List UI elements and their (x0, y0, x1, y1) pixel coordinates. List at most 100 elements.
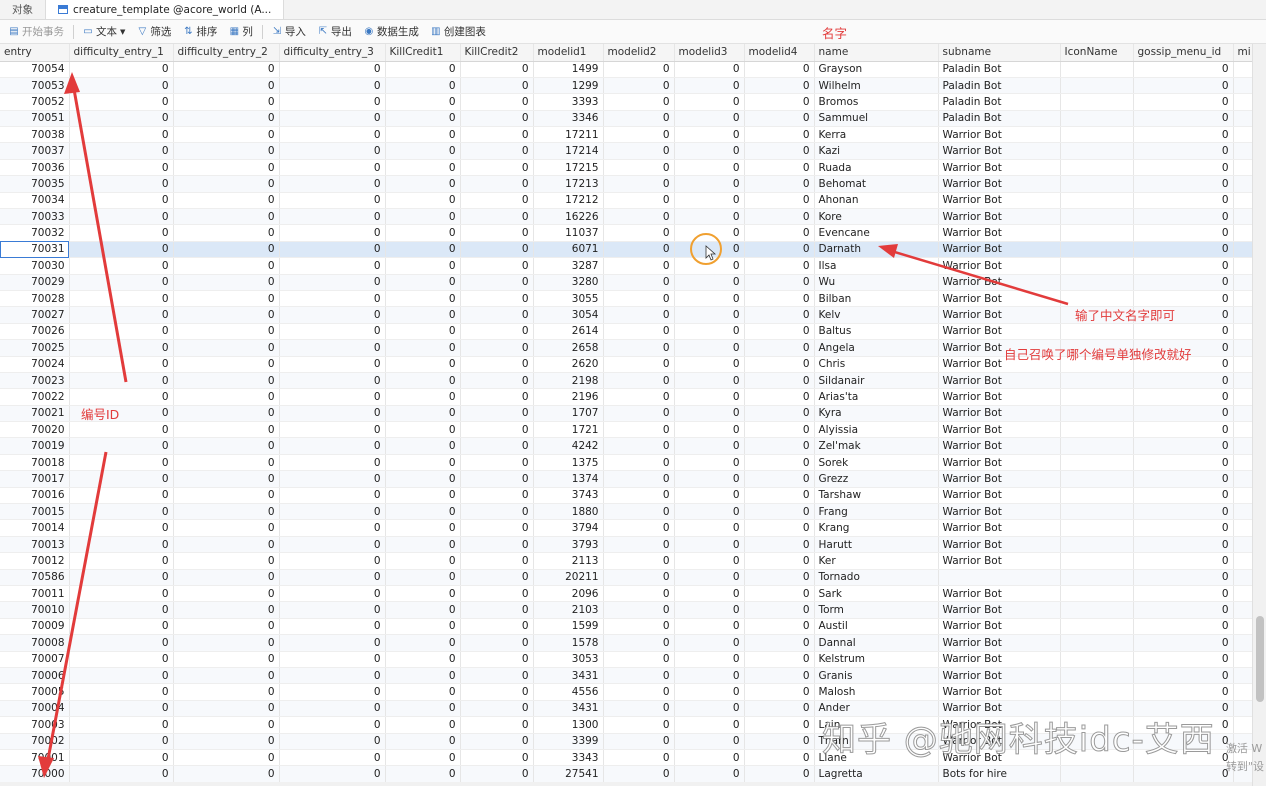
cell-modelid3[interactable]: 0 (674, 618, 745, 636)
cell-killcredit1[interactable]: 0 (385, 700, 461, 718)
cell-gossip-menu-id[interactable]: 0 (1133, 257, 1234, 275)
cell-entry[interactable]: 70038 (0, 126, 70, 144)
cell-modelid2[interactable]: 0 (603, 569, 675, 587)
cell-difficulty-entry-1[interactable]: 0 (69, 651, 174, 668)
cell-entry[interactable]: 70034 (0, 192, 70, 210)
cell-difficulty-entry-3[interactable]: 0 (279, 683, 386, 701)
cell-modelid1[interactable]: 1374 (533, 470, 604, 488)
cell-entry[interactable]: 70020 (0, 421, 70, 439)
cell-subname[interactable]: Warrior Bot (938, 372, 1061, 390)
cell-modelid3[interactable]: 0 (674, 175, 745, 193)
cell-killcredit2[interactable]: 0 (460, 503, 534, 521)
cell-name[interactable]: Austil (814, 618, 939, 636)
cell-name[interactable]: Baltus (814, 323, 939, 341)
table-row[interactable]: 70038 0 0 0 0 0 17211 0 0 0 Kerra Warrior Bot 0 (0, 126, 1252, 144)
cell-modelid1[interactable]: 3287 (533, 257, 604, 275)
cell-modelid4[interactable]: 0 (744, 93, 815, 111)
table-row[interactable]: 70023 0 0 0 0 0 2198 0 0 0 Sildanair Warrior Bot 0 (0, 372, 1252, 390)
cell-mi[interactable] (1233, 454, 1252, 472)
cell-subname[interactable]: Warrior Bot (938, 651, 1061, 668)
cell-name[interactable]: Krang (814, 519, 939, 537)
cell-iconname[interactable] (1060, 470, 1134, 488)
cell-name[interactable]: Sorek (814, 454, 939, 472)
cell-entry[interactable]: 70004 (0, 700, 70, 718)
cell-modelid3[interactable]: 0 (674, 733, 745, 750)
cell-killcredit2[interactable]: 0 (460, 388, 534, 406)
cell-modelid3[interactable]: 0 (674, 683, 745, 701)
cell-difficulty-entry-2[interactable]: 0 (173, 257, 280, 275)
cell-modelid3[interactable]: 0 (674, 487, 745, 505)
cell-modelid3[interactable]: 0 (674, 585, 745, 603)
cell-difficulty-entry-2[interactable]: 0 (173, 405, 280, 423)
cell-difficulty-entry-3[interactable]: 0 (279, 61, 386, 78)
cell-mi[interactable] (1233, 175, 1252, 193)
cell-entry[interactable]: 70029 (0, 274, 70, 291)
cell-modelid4[interactable]: 0 (744, 667, 815, 685)
cell-entry[interactable]: 70036 (0, 159, 70, 177)
cell-difficulty-entry-1[interactable]: 0 (69, 110, 174, 128)
cell-modelid4[interactable]: 0 (744, 470, 815, 488)
cell-killcredit2[interactable]: 0 (460, 405, 534, 423)
cell-difficulty-entry-3[interactable]: 0 (279, 339, 386, 357)
cell-modelid3[interactable]: 0 (674, 93, 745, 111)
cell-difficulty-entry-3[interactable]: 0 (279, 323, 386, 341)
cell-entry[interactable]: 70035 (0, 175, 70, 193)
cell-modelid4[interactable]: 0 (744, 339, 815, 357)
cell-gossip-menu-id[interactable]: 0 (1133, 569, 1234, 587)
table-row[interactable]: 70032 0 0 0 0 0 11037 0 0 0 Evencane Warrior Bot 0 (0, 224, 1252, 242)
cell-killcredit2[interactable]: 0 (460, 372, 534, 390)
cell-subname[interactable]: Warrior Bot (938, 470, 1061, 488)
cell-modelid2[interactable]: 0 (603, 765, 675, 783)
cell-difficulty-entry-1[interactable]: 0 (69, 306, 174, 324)
cell-difficulty-entry-3[interactable]: 0 (279, 175, 386, 193)
cell-entry[interactable]: 70007 (0, 651, 70, 668)
cell-difficulty-entry-3[interactable]: 0 (279, 159, 386, 177)
cell-mi[interactable] (1233, 323, 1252, 341)
cell-modelid1[interactable]: 17211 (533, 126, 604, 144)
cell-subname[interactable]: Warrior Bot (938, 618, 1061, 636)
tab-creature-template[interactable]: creature_template @acore_world (A... (45, 0, 285, 19)
column-header-modelid2[interactable]: modelid2 (603, 44, 675, 62)
cell-modelid1[interactable]: 2103 (533, 601, 604, 619)
cell-modelid1[interactable]: 17212 (533, 192, 604, 210)
cell-gossip-menu-id[interactable]: 0 (1133, 142, 1234, 160)
cell-difficulty-entry-2[interactable]: 0 (173, 519, 280, 537)
cell-difficulty-entry-1[interactable]: 0 (69, 224, 174, 242)
table-row[interactable]: 70014 0 0 0 0 0 3794 0 0 0 Krang Warrior Bot 0 (0, 519, 1252, 537)
cell-mi[interactable] (1233, 569, 1252, 587)
cell-modelid2[interactable]: 0 (603, 519, 675, 537)
cell-modelid2[interactable]: 0 (603, 601, 675, 619)
cell-killcredit2[interactable]: 0 (460, 61, 534, 78)
cell-mi[interactable] (1233, 536, 1252, 554)
table-row[interactable]: 70019 0 0 0 0 0 4242 0 0 0 Zel'mak Warrior Bot 0 (0, 437, 1252, 455)
cell-modelid3[interactable]: 0 (674, 552, 745, 570)
cell-gossip-menu-id[interactable]: 0 (1133, 175, 1234, 193)
cell-difficulty-entry-1[interactable]: 0 (69, 683, 174, 701)
cell-difficulty-entry-3[interactable]: 0 (279, 651, 386, 668)
cell-difficulty-entry-2[interactable]: 0 (173, 126, 280, 144)
cell-mi[interactable] (1233, 470, 1252, 488)
cell-name[interactable]: Tornado (814, 569, 939, 587)
cell-killcredit1[interactable]: 0 (385, 552, 461, 570)
cell-subname[interactable]: Warrior Bot (938, 437, 1061, 455)
cell-iconname[interactable] (1060, 388, 1134, 406)
cell-gossip-menu-id[interactable]: 0 (1133, 765, 1234, 783)
cell-name[interactable]: Darnath (814, 241, 939, 259)
cell-subname[interactable]: Warrior Bot (938, 159, 1061, 177)
cell-mi[interactable] (1233, 306, 1252, 324)
cell-killcredit1[interactable]: 0 (385, 683, 461, 701)
cell-iconname[interactable] (1060, 667, 1134, 685)
cell-subname[interactable]: Paladin Bot (938, 110, 1061, 128)
cell-difficulty-entry-3[interactable]: 0 (279, 241, 386, 259)
cell-mi[interactable] (1233, 372, 1252, 390)
cell-difficulty-entry-2[interactable]: 0 (173, 61, 280, 78)
cell-modelid2[interactable]: 0 (603, 372, 675, 390)
cell-subname[interactable]: Warrior Bot (938, 306, 1061, 324)
cell-name[interactable]: Frang (814, 503, 939, 521)
cell-modelid2[interactable]: 0 (603, 126, 675, 144)
cell-iconname[interactable] (1060, 487, 1134, 505)
cell-mi[interactable] (1233, 618, 1252, 636)
cell-modelid4[interactable]: 0 (744, 569, 815, 587)
cell-modelid4[interactable]: 0 (744, 421, 815, 439)
cell-modelid1[interactable]: 2620 (533, 356, 604, 373)
